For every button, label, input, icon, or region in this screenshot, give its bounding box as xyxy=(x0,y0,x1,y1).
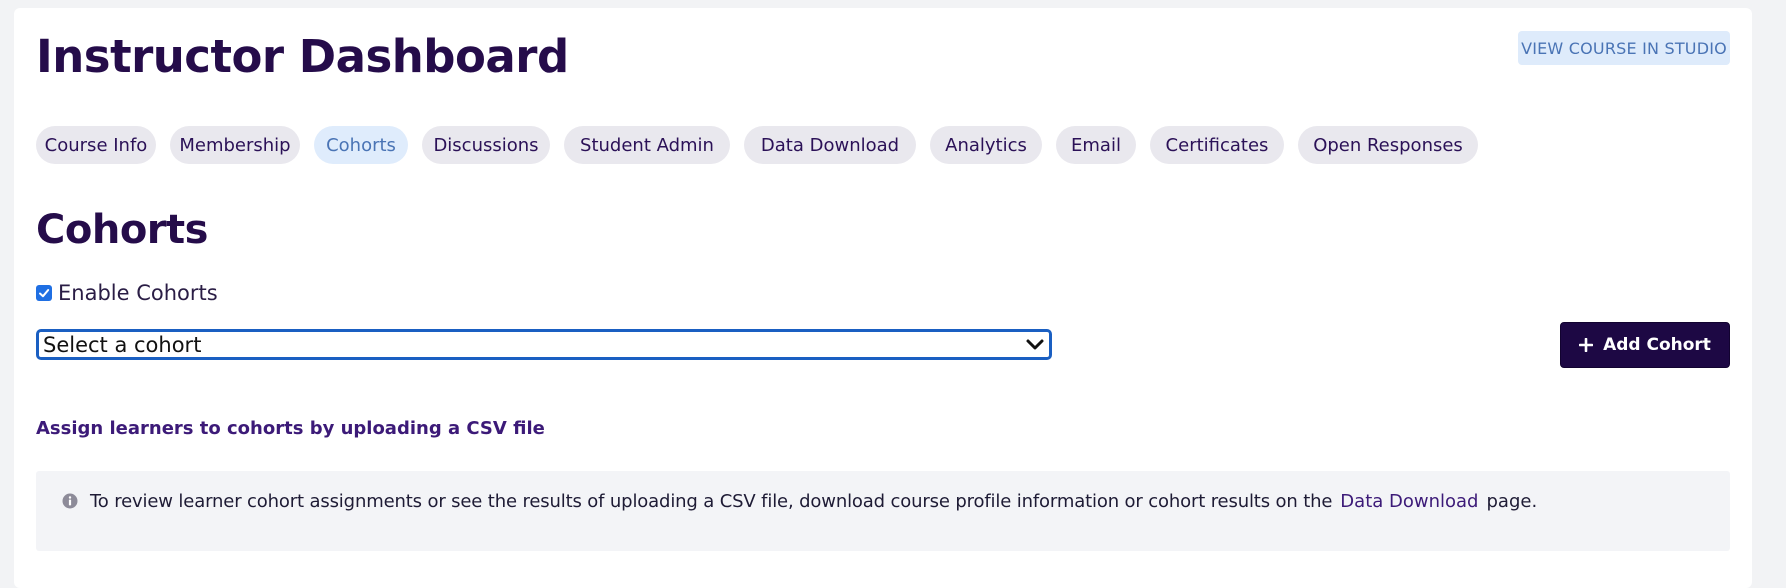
tab-email[interactable]: Email xyxy=(1056,126,1136,164)
add-cohort-label: Add Cohort xyxy=(1603,335,1711,355)
info-message: To review learner cohort assignments or … xyxy=(62,489,1537,513)
info-text-end: page. xyxy=(1486,490,1538,512)
tab-cohorts[interactable]: Cohorts xyxy=(314,126,408,164)
tab-student-admin[interactable]: Student Admin xyxy=(564,126,730,164)
tab-membership[interactable]: Membership xyxy=(170,126,300,164)
tab-course-info[interactable]: Course Info xyxy=(36,126,156,164)
tab-open-responses[interactable]: Open Responses xyxy=(1298,126,1478,164)
checkmark-icon xyxy=(39,289,50,298)
enable-cohorts-row: Enable Cohorts xyxy=(36,280,218,306)
tab-analytics[interactable]: Analytics xyxy=(930,126,1042,164)
tab-discussions[interactable]: Discussions xyxy=(422,126,550,164)
info-text: To review learner cohort assignments or … xyxy=(90,490,1333,512)
info-box: To review learner cohort assignments or … xyxy=(36,471,1730,551)
add-cohort-button[interactable]: Add Cohort xyxy=(1560,322,1730,368)
plus-icon xyxy=(1579,338,1594,352)
section-title: Cohorts xyxy=(36,207,208,253)
cohort-select-value: Select a cohort xyxy=(43,332,202,357)
cohort-select[interactable]: Select a cohort xyxy=(36,329,1052,360)
csv-upload-link[interactable]: Assign learners to cohorts by uploading … xyxy=(36,418,545,439)
enable-cohorts-label: Enable Cohorts xyxy=(58,281,218,305)
data-download-link[interactable]: Data Download xyxy=(1340,491,1478,512)
chevron-down-icon xyxy=(1025,335,1045,359)
info-icon xyxy=(62,493,78,509)
enable-cohorts-checkbox[interactable] xyxy=(36,285,52,301)
tab-data-download[interactable]: Data Download xyxy=(744,126,916,164)
tab-certificates[interactable]: Certificates xyxy=(1150,126,1284,164)
view-in-studio-button[interactable]: VIEW COURSE IN STUDIO xyxy=(1518,31,1730,65)
page-title: Instructor Dashboard xyxy=(36,30,569,83)
